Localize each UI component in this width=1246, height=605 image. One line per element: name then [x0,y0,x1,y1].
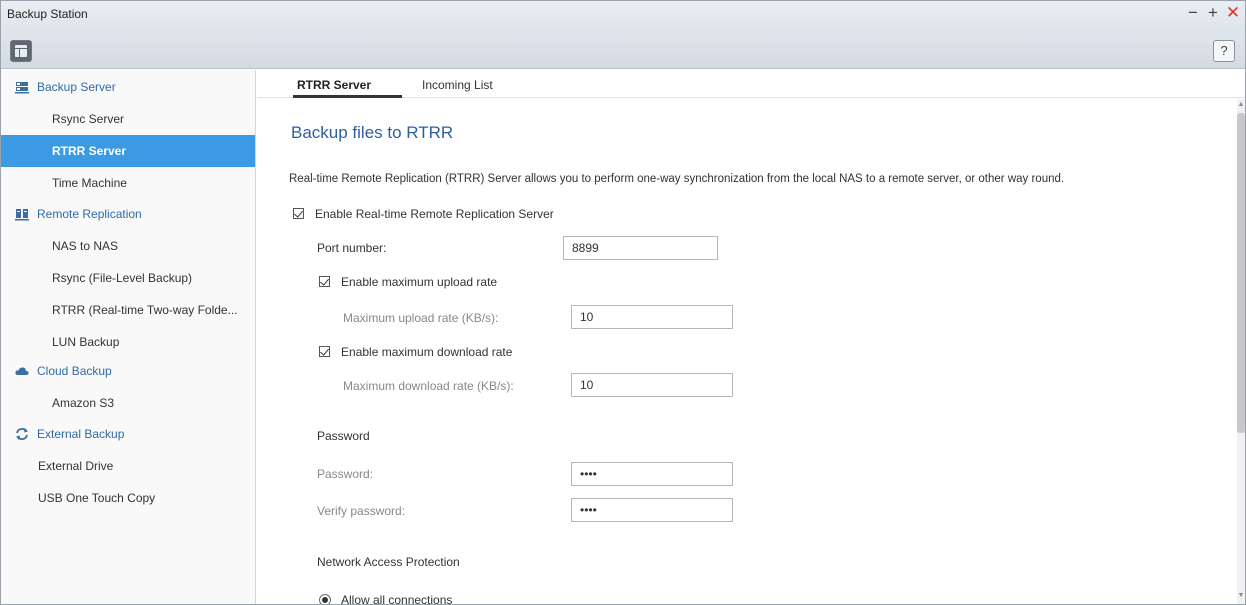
main-content: Backup files to RTRR Real-time Remote Re… [257,99,1237,604]
sidebar-item-rsync-server[interactable]: Rsync Server [1,103,255,135]
verify-password-field[interactable] [571,498,733,522]
page-title: Backup files to RTRR [291,123,454,142]
app-window: Backup Station − + ✕ ? Backup Server Rsy… [0,0,1246,605]
tab-incoming-list[interactable]: Incoming List [422,78,493,92]
tab-bar: RTRR Server Incoming List [257,70,1245,98]
sidebar-item-external-drive[interactable]: External Drive [1,450,255,482]
enable-server-label: Enable Real-time Remote Replication Serv… [315,207,554,221]
verify-password-label: Verify password: [317,504,406,518]
port-input[interactable] [563,236,718,260]
window-title: Backup Station [7,7,88,21]
sidebar-group-label: Backup Server [37,80,116,94]
enable-upload-label: Enable maximum upload rate [341,275,498,289]
sidebar-group-cloud-backup[interactable]: Cloud Backup [1,355,255,387]
sidebar-group-external-backup[interactable]: External Backup [1,418,255,450]
sidebar-item-usb-one-touch-copy[interactable]: USB One Touch Copy [1,482,255,514]
enable-upload-checkbox[interactable] [319,276,330,287]
allow-all-label: Allow all connections [341,593,453,604]
sidebar-item-rtrr-server[interactable]: RTRR Server [1,135,255,167]
main-scrollbar[interactable]: ▲ ▼ [1237,99,1245,604]
download-rate-label: Maximum download rate (KB/s): [343,379,514,393]
help-icon[interactable]: ? [1213,40,1235,62]
port-label: Port number: [317,241,387,255]
scroll-up-icon[interactable]: ▲ [1237,101,1245,109]
upload-rate-label: Maximum upload rate (KB/s): [343,311,499,325]
network-protection-title: Network Access Protection [317,555,460,569]
menu-icon[interactable] [10,40,32,62]
title-bar: Backup Station − + ✕ [1,1,1245,33]
password-label: Password: [317,467,374,481]
scroll-thumb[interactable] [1237,113,1245,433]
page-description: Real-time Remote Replication (RTRR) Serv… [289,173,1065,185]
replication-icon [15,209,29,221]
password-field[interactable] [571,462,733,486]
enable-server-checkbox[interactable] [293,208,304,219]
sidebar-group-backup-server[interactable]: Backup Server [1,71,255,103]
sidebar-group-label: Cloud Backup [37,364,112,378]
sidebar-group-remote-replication[interactable]: Remote Replication [1,198,255,230]
sidebar-group-label: Remote Replication [37,207,142,221]
tab-rtrr-server[interactable]: RTRR Server [297,78,371,92]
upload-rate-input[interactable] [571,305,733,329]
scroll-down-icon[interactable]: ▼ [1237,592,1245,600]
download-rate-input[interactable] [571,373,733,397]
server-icon [15,82,29,94]
sidebar-item-rtrr-two-way[interactable]: RTRR (Real-time Two-way Folde... [1,294,255,326]
sidebar-item-amazon-s3[interactable]: Amazon S3 [1,387,255,419]
sidebar-item-lun-backup[interactable]: LUN Backup [1,326,255,358]
sidebar: Backup Server Rsync Server RTRR Server T… [1,70,256,604]
enable-download-checkbox[interactable] [319,346,330,357]
active-tab-indicator [293,95,402,98]
cloud-icon [15,367,29,375]
password-section-title: Password [317,429,370,443]
minimize-button[interactable]: − [1184,3,1202,23]
maximize-button[interactable]: + [1204,3,1222,23]
enable-download-label: Enable maximum download rate [341,345,513,359]
allow-all-radio[interactable] [319,594,331,604]
sidebar-item-rsync-file-level[interactable]: Rsync (File-Level Backup) [1,262,255,294]
sidebar-item-nas-to-nas[interactable]: NAS to NAS [1,230,255,262]
toolbar: ? [1,33,1245,69]
sidebar-item-time-machine[interactable]: Time Machine [1,167,255,199]
close-button[interactable]: ✕ [1224,3,1242,23]
sidebar-group-label: External Backup [37,427,125,441]
sync-icon [16,428,28,440]
